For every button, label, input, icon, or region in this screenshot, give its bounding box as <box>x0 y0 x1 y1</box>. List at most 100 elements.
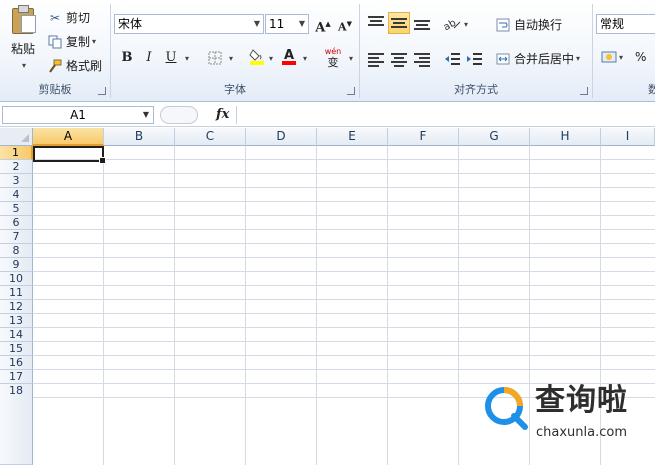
paste-button[interactable]: 粘贴 ▾ <box>6 4 40 74</box>
decrease-indent-icon <box>445 53 460 65</box>
orientation-button[interactable]: ab ▾ <box>444 14 470 34</box>
row-header-16[interactable]: 16 <box>0 356 33 370</box>
column-header-g[interactable]: G <box>459 128 530 146</box>
top-align-button[interactable] <box>366 12 386 34</box>
fill-bucket-icon <box>249 49 264 65</box>
increase-indent-icon <box>467 53 482 65</box>
align-left-button[interactable] <box>366 50 386 68</box>
underline-dropdown-icon[interactable]: ▾ <box>185 54 189 63</box>
bold-button[interactable]: B <box>117 48 137 68</box>
row-header-17[interactable]: 17 <box>0 370 33 384</box>
copy-button[interactable]: 复制 ▾ <box>48 33 96 50</box>
number-group-label: 数 <box>648 83 655 96</box>
row-header-4[interactable]: 4 <box>0 188 33 202</box>
gridline-horizontal <box>33 215 655 216</box>
merge-center-dropdown-icon: ▾ <box>576 54 581 63</box>
number-format-select[interactable]: 常规 <box>596 14 655 34</box>
row-header-14[interactable]: 14 <box>0 328 33 342</box>
phonetic-guide-button[interactable]: wén 变 <box>319 46 347 68</box>
formula-expand-handle[interactable] <box>160 106 198 124</box>
column-header-i[interactable]: I <box>601 128 655 146</box>
font-dialog-launcher-icon[interactable] <box>347 87 355 95</box>
column-header-c[interactable]: C <box>175 128 246 146</box>
merge-center-button[interactable]: 合并后居中 ▾ <box>496 50 580 67</box>
row-header-3[interactable]: 3 <box>0 174 33 188</box>
insert-function-button[interactable]: fx <box>216 106 229 124</box>
gridline-horizontal <box>33 173 655 174</box>
row-header-13[interactable]: 13 <box>0 314 33 328</box>
percent-style-button[interactable]: % <box>635 50 646 64</box>
cut-label: 剪切 <box>66 11 91 25</box>
merge-center-icon <box>496 52 510 66</box>
alignment-dialog-launcher-icon[interactable] <box>580 87 588 95</box>
shrink-font-button[interactable]: A▼ <box>335 14 355 34</box>
wrap-text-label: 自动换行 <box>514 18 563 32</box>
name-box[interactable]: A1 ▼ <box>2 106 154 124</box>
row-header-18[interactable]: 18 <box>0 384 33 465</box>
watermark-url: chaxunla.com <box>536 425 627 440</box>
clipboard-group: 粘贴 ▾ ✂ 剪切 复制 ▾ 格式刷 剪贴板 <box>0 0 110 100</box>
format-painter-label: 格式刷 <box>66 59 103 73</box>
decrease-indent-button[interactable] <box>444 50 464 68</box>
clipboard-dialog-launcher-icon[interactable] <box>98 87 106 95</box>
row-header-6[interactable]: 6 <box>0 216 33 230</box>
row-header-11[interactable]: 11 <box>0 286 33 300</box>
row-header-8[interactable]: 8 <box>0 244 33 258</box>
select-all-button[interactable] <box>0 128 33 146</box>
paste-icon <box>10 4 36 34</box>
row-header-12[interactable]: 12 <box>0 300 33 314</box>
row-header-2[interactable]: 2 <box>0 160 33 174</box>
paste-label: 粘贴 <box>10 42 35 56</box>
border-button[interactable] <box>205 48 225 68</box>
formula-input[interactable] <box>236 106 655 124</box>
column-header-a[interactable]: A <box>33 128 104 146</box>
bottom-align-button[interactable] <box>412 12 432 34</box>
number-format-value: 常规 <box>600 17 625 31</box>
font-color-dropdown-icon[interactable]: ▾ <box>303 54 307 63</box>
font-color-button[interactable]: A <box>279 46 299 66</box>
phonetic-dropdown-icon[interactable]: ▾ <box>349 54 353 63</box>
gridline-horizontal <box>33 355 655 356</box>
ribbon: 粘贴 ▾ ✂ 剪切 复制 ▾ 格式刷 剪贴板 宋体 ▼ 11 ▼ A▲ A▼ B… <box>0 0 655 102</box>
fill-color-button[interactable] <box>247 46 267 66</box>
font-size-value: 11 <box>269 17 285 31</box>
grow-font-button[interactable]: A▲ <box>313 14 333 35</box>
column-header-f[interactable]: F <box>388 128 459 146</box>
svg-text:A: A <box>284 48 294 63</box>
formula-bar: A1 ▼ fx <box>0 104 655 127</box>
gridline-horizontal <box>33 299 655 300</box>
row-header-9[interactable]: 9 <box>0 258 33 272</box>
row-header-10[interactable]: 10 <box>0 272 33 286</box>
column-header-b[interactable]: B <box>104 128 175 146</box>
font-name-select[interactable]: 宋体 ▼ <box>114 14 264 34</box>
middle-align-button[interactable] <box>388 12 410 34</box>
column-header-e[interactable]: E <box>317 128 388 146</box>
increase-indent-button[interactable] <box>466 50 486 68</box>
gridline-vertical <box>103 146 104 465</box>
cut-button[interactable]: ✂ 剪切 <box>48 9 90 26</box>
align-right-icon <box>414 53 430 67</box>
wrap-text-button[interactable]: 自动换行 <box>496 16 562 33</box>
paste-dropdown-icon: ▾ <box>21 61 26 70</box>
border-dropdown-icon[interactable]: ▾ <box>229 54 233 63</box>
active-cell-a1[interactable] <box>33 146 106 164</box>
underline-button[interactable]: U <box>161 48 181 68</box>
italic-button[interactable]: I <box>139 48 159 68</box>
accounting-format-button[interactable]: ▾ <box>601 50 623 64</box>
row-header-5[interactable]: 5 <box>0 202 33 216</box>
fill-color-dropdown-icon[interactable]: ▾ <box>269 54 273 63</box>
watermark-title: 查询啦 <box>535 383 628 418</box>
row-header-7[interactable]: 7 <box>0 230 33 244</box>
format-painter-button[interactable]: 格式刷 <box>48 57 102 74</box>
row-header-15[interactable]: 15 <box>0 342 33 356</box>
gridline-vertical <box>245 146 246 465</box>
clipboard-group-label: 剪贴板 <box>38 83 72 96</box>
row-header-1[interactable]: 1 <box>0 146 33 160</box>
align-right-button[interactable] <box>412 50 432 68</box>
column-header-d[interactable]: D <box>246 128 317 146</box>
gridline-horizontal <box>33 229 655 230</box>
column-header-h[interactable]: H <box>530 128 601 146</box>
align-center-button[interactable] <box>389 50 409 68</box>
gridline-horizontal <box>33 243 655 244</box>
font-size-select[interactable]: 11 ▼ <box>265 14 309 34</box>
